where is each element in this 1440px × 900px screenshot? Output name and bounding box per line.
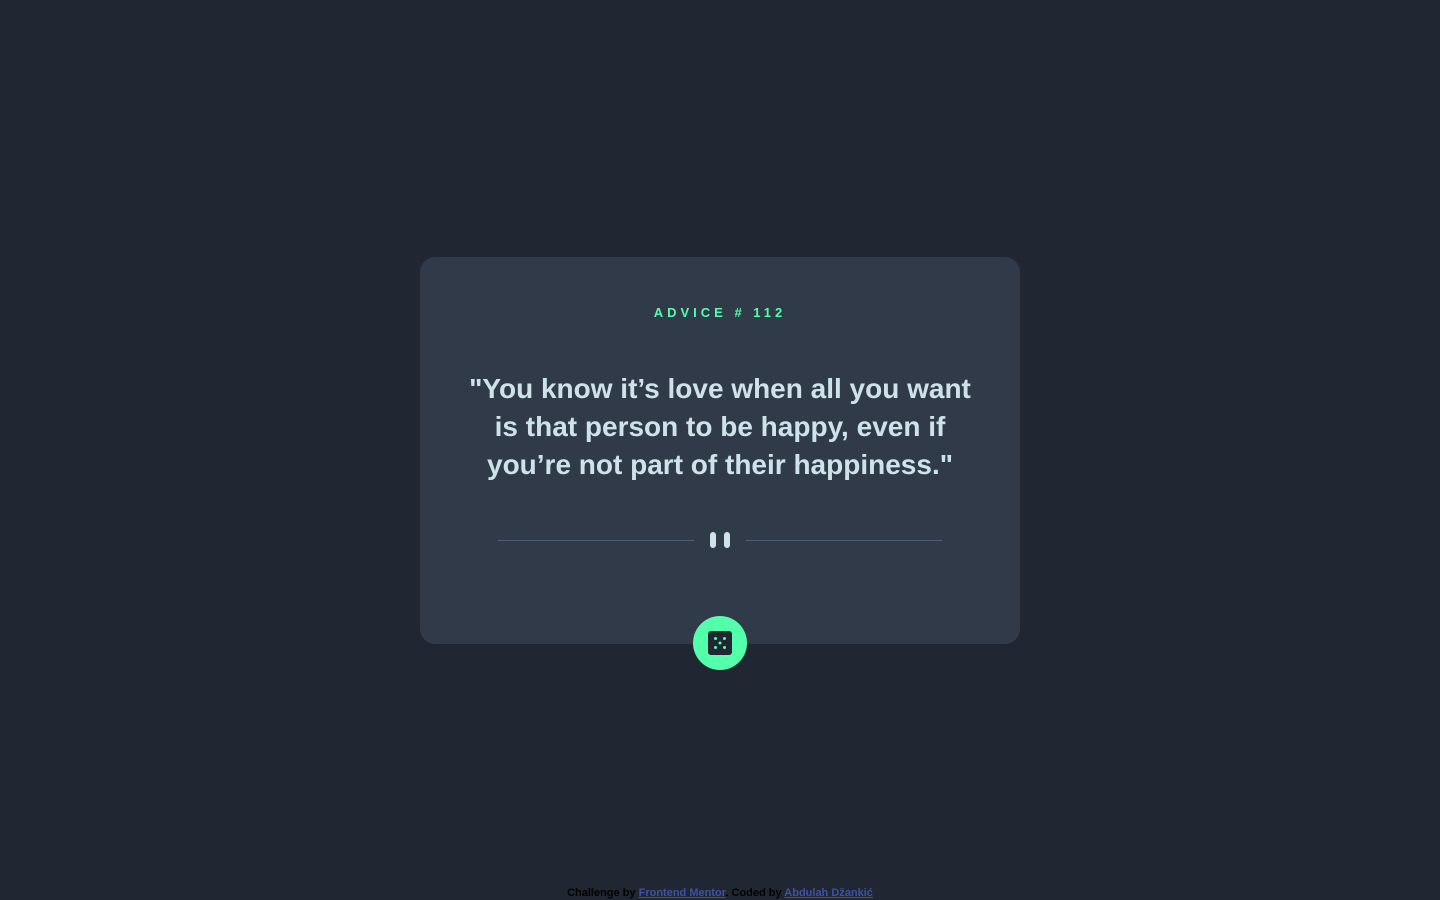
divider — [498, 531, 942, 549]
coded-prefix: Coded by — [731, 887, 785, 899]
frontend-mentor-link[interactable]: Frontend Mentor — [639, 887, 726, 899]
challenge-prefix: Challenge by — [567, 887, 639, 899]
divider-line-right — [746, 540, 942, 541]
dice-icon — [708, 631, 732, 655]
advice-card: ADVICE # 112 "You know it’s love when al… — [420, 257, 1020, 670]
pause-icon — [710, 532, 730, 548]
page: ADVICE # 112 "You know it’s love when al… — [0, 0, 1440, 900]
dice-button[interactable] — [693, 616, 747, 670]
author-link[interactable]: Abdulah Džankić — [784, 887, 873, 899]
advice-id: ADVICE # 112 — [653, 305, 787, 320]
advice-quote: "You know it’s love when all you want is… — [469, 373, 971, 480]
divider-line-left — [498, 540, 694, 541]
attribution-footer: Challenge by Frontend Mentor. Coded by A… — [0, 886, 1440, 900]
